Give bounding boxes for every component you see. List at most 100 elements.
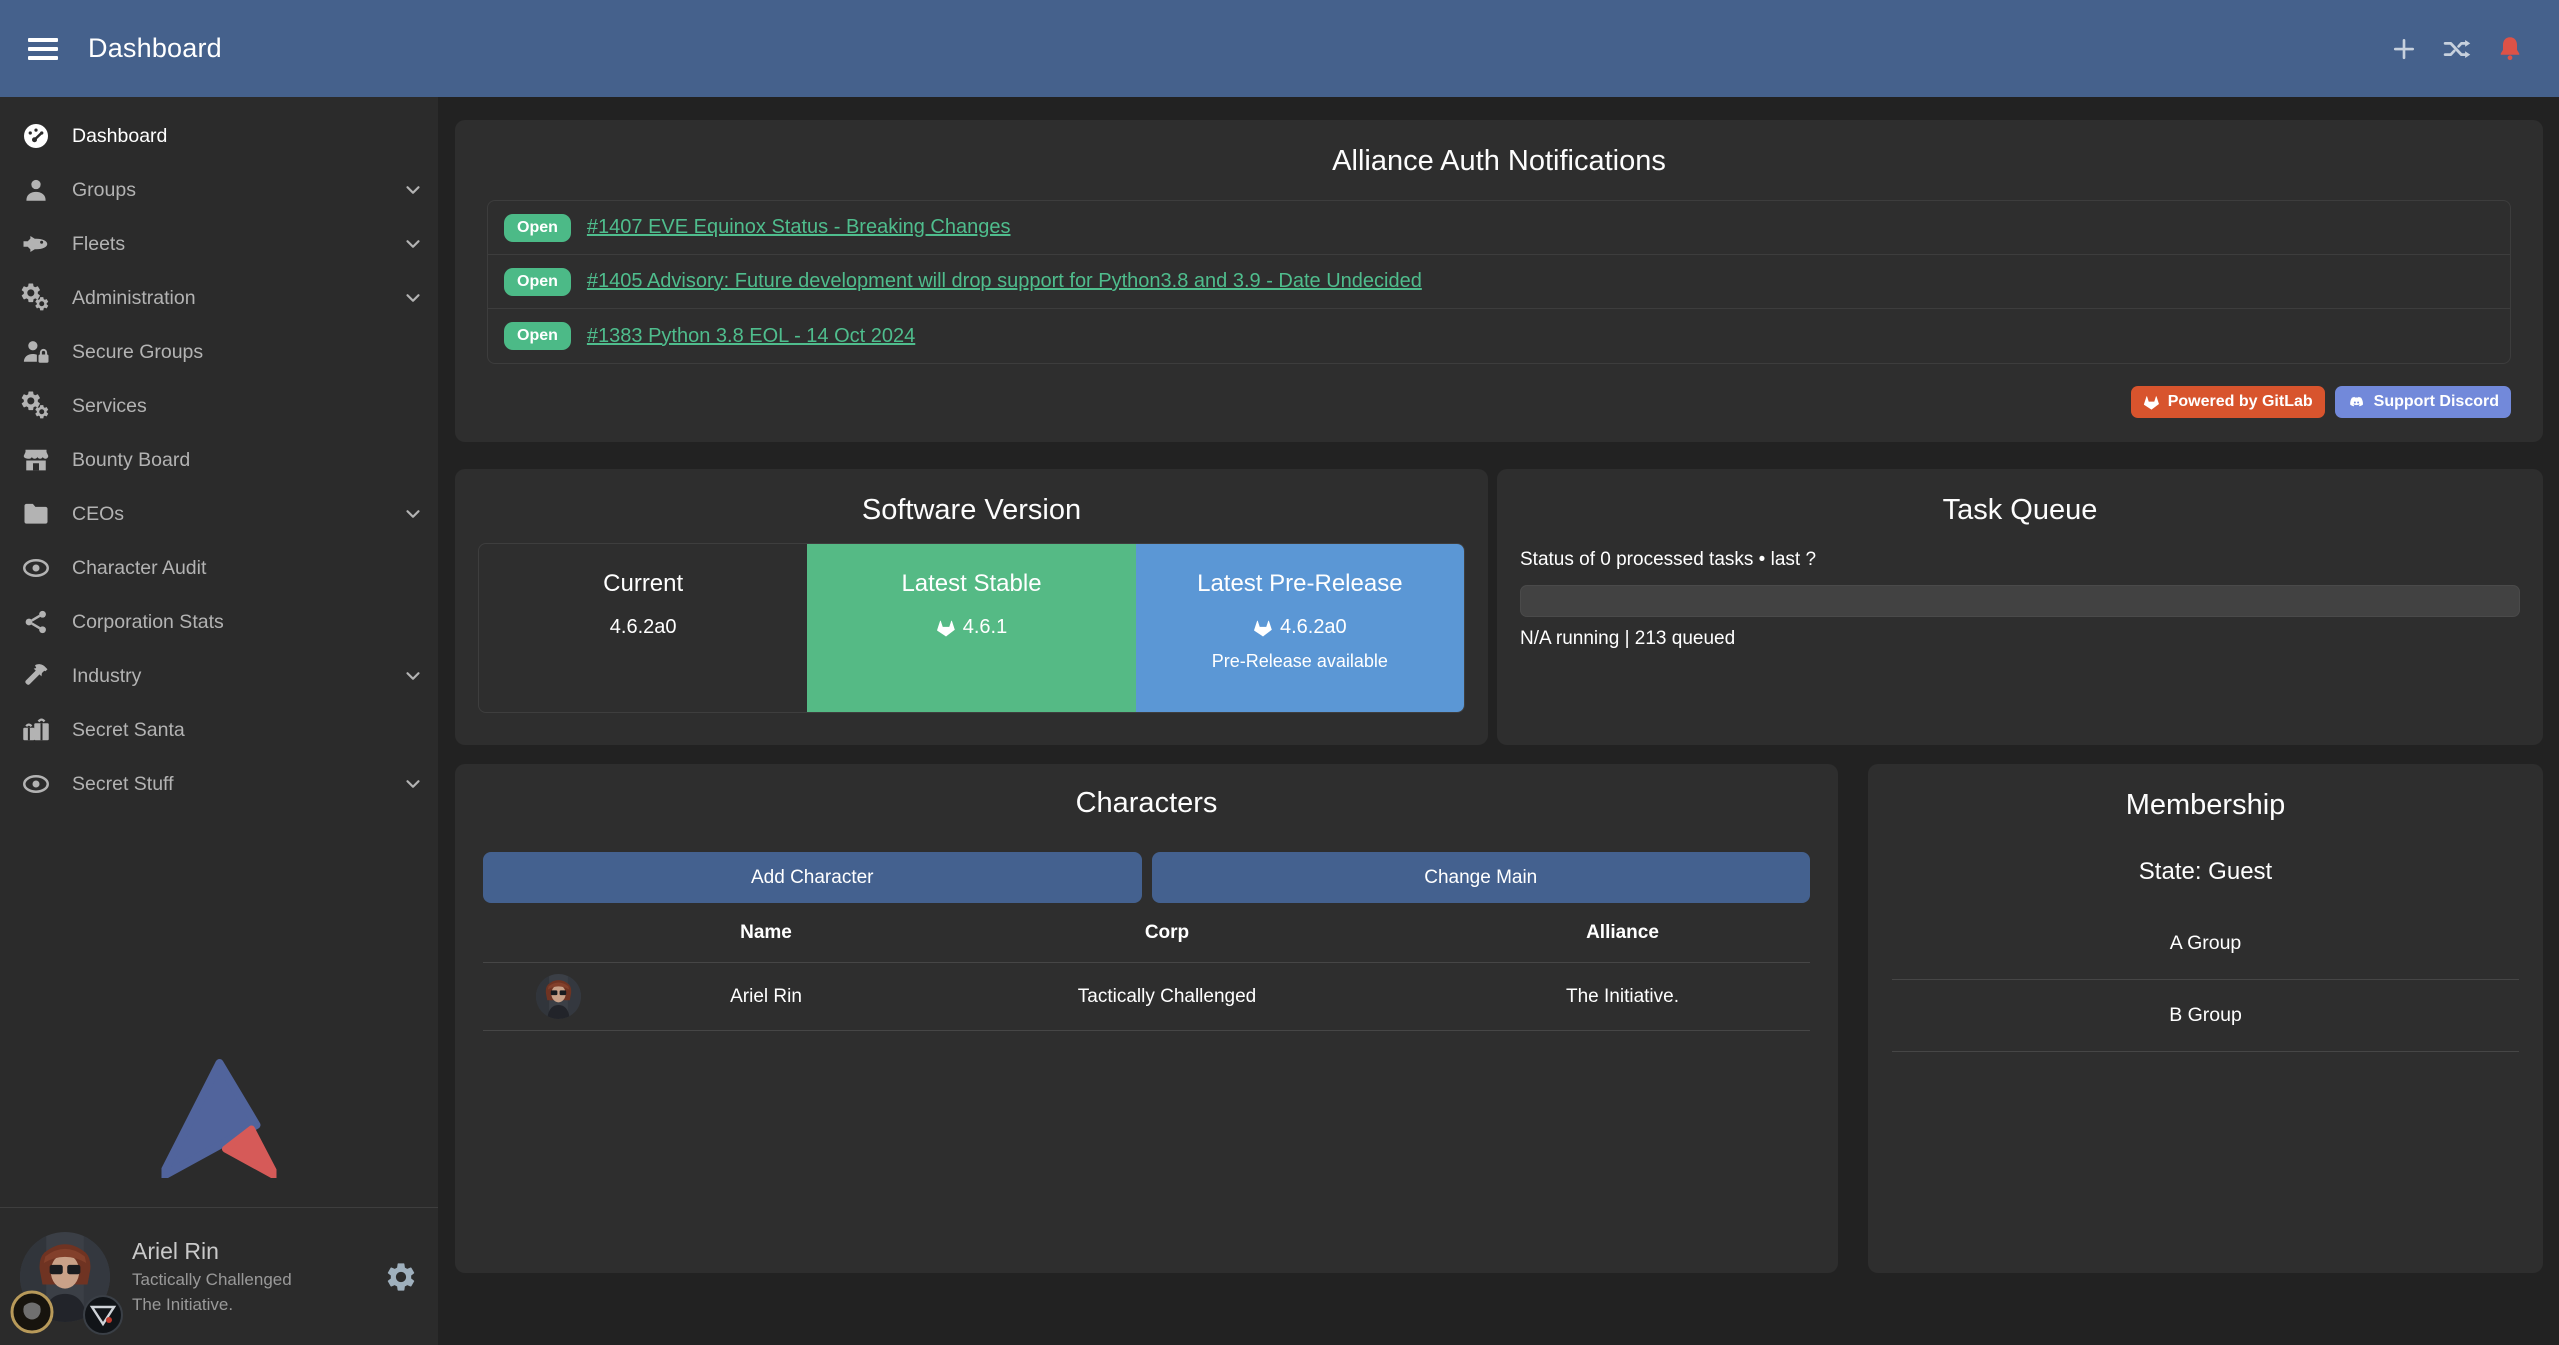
- sidebar-item-label: Secret Santa: [72, 719, 185, 742]
- sidebar-item-groups[interactable]: Groups: [0, 163, 438, 217]
- user-corp: Tactically Challenged: [132, 1270, 292, 1290]
- sidebar-item-label: CEOs: [72, 503, 124, 526]
- sidebar-item-label: Groups: [72, 179, 136, 202]
- page-title[interactable]: Dashboard: [88, 33, 222, 64]
- column-header-name: Name: [633, 922, 899, 944]
- membership-state: State: Guest: [1892, 858, 2519, 886]
- group-item: B Group: [1892, 980, 2519, 1052]
- user-panel: Ariel Rin Tactically Challenged The Init…: [0, 1207, 438, 1345]
- top-navbar: Dashboard: [0, 0, 2559, 97]
- tachometer-icon: [14, 121, 58, 151]
- version-comparison: Current 4.6.2a0 Latest Stable 4.6.1 Late…: [478, 543, 1465, 713]
- sidebar-item-label: Dashboard: [72, 125, 167, 148]
- sidebar-item-label: Corporation Stats: [72, 611, 224, 634]
- gears-icon: [14, 283, 58, 313]
- gears-icon: [14, 391, 58, 421]
- sidebar-item-administration[interactable]: Administration: [0, 271, 438, 325]
- column-header-alliance: Alliance: [1435, 922, 1810, 944]
- gear-icon[interactable]: [384, 1260, 418, 1294]
- change-main-button[interactable]: Change Main: [1152, 852, 1811, 903]
- sidebar-item-secure-groups[interactable]: Secure Groups: [0, 325, 438, 379]
- corp-logo-badge: [10, 1290, 54, 1334]
- version-value[interactable]: 4.6.2a0: [1280, 616, 1347, 639]
- chevron-down-icon: [402, 665, 424, 687]
- character-row: Ariel Rin Tactically Challenged The Init…: [483, 963, 1810, 1031]
- sidebar-item-label: Fleets: [72, 233, 125, 256]
- version-value[interactable]: 4.6.1: [963, 616, 1007, 639]
- version-latest-prerelease: Latest Pre-Release 4.6.2a0 Pre-Release a…: [1136, 544, 1464, 712]
- user-icon: [14, 176, 58, 204]
- hamburger-icon[interactable]: [28, 38, 58, 60]
- add-character-button[interactable]: Add Character: [483, 852, 1142, 903]
- sidebar-item-ceos[interactable]: CEOs: [0, 487, 438, 541]
- task-status-line: Status of 0 processed tasks • last ?: [1520, 549, 2520, 571]
- characters-panel: Characters Add Character Change Main Nam…: [455, 764, 1838, 1273]
- sidebar-menu: Dashboard Groups Fleets: [0, 97, 438, 811]
- bell-icon[interactable]: [2495, 34, 2525, 64]
- notification-item: Open #1405 Advisory: Future development …: [488, 255, 2510, 309]
- chevron-down-icon: [402, 287, 424, 309]
- characters-title: Characters: [483, 786, 1810, 820]
- support-discord-badge[interactable]: Support Discord: [2335, 386, 2511, 418]
- sidebar-item-label: Secret Stuff: [72, 773, 174, 796]
- share-nodes-icon: [14, 608, 58, 636]
- notification-item: Open #1383 Python 3.8 EOL - 14 Oct 2024: [488, 309, 2510, 363]
- version-latest-stable: Latest Stable 4.6.1: [807, 544, 1135, 712]
- sidebar-item-bounty-board[interactable]: Bounty Board: [0, 433, 438, 487]
- sidebar-item-industry[interactable]: Industry: [0, 649, 438, 703]
- software-version-panel: Software Version Current 4.6.2a0 Latest …: [455, 469, 1488, 745]
- sidebar-item-label: Industry: [72, 665, 141, 688]
- folder-icon: [14, 499, 58, 529]
- prerelease-note: Pre-Release available: [1212, 651, 1388, 672]
- sidebar-item-dashboard[interactable]: Dashboard: [0, 109, 438, 163]
- user-lock-icon: [14, 337, 58, 367]
- sidebar-item-services[interactable]: Services: [0, 379, 438, 433]
- version-label: Current: [603, 570, 683, 598]
- shuffle-icon[interactable]: [2441, 34, 2473, 64]
- space-shuttle-icon: [14, 229, 58, 259]
- sidebar-item-secret-stuff[interactable]: Secret Stuff: [0, 757, 438, 811]
- sidebar-item-label: Character Audit: [72, 557, 206, 580]
- alliance-logo-badge: [82, 1294, 124, 1336]
- task-queue-line: N/A running | 213 queued: [1520, 628, 2520, 650]
- notifications-panel: Alliance Auth Notifications Open #1407 E…: [455, 120, 2543, 442]
- hammer-icon: [14, 661, 58, 691]
- notification-item: Open #1407 EVE Equinox Status - Breaking…: [488, 201, 2510, 255]
- sidebar-item-corporation-stats[interactable]: Corporation Stats: [0, 595, 438, 649]
- task-queue-panel: Task Queue Status of 0 processed tasks •…: [1497, 469, 2543, 745]
- sidebar-item-secret-santa[interactable]: Secret Santa: [0, 703, 438, 757]
- alliance-auth-logo: [162, 1054, 277, 1183]
- chevron-down-icon: [402, 503, 424, 525]
- chevron-down-icon: [402, 233, 424, 255]
- characters-table-header: Name Corp Alliance: [483, 903, 1810, 963]
- notification-link[interactable]: #1407 EVE Equinox Status - Breaking Chan…: [587, 216, 1011, 239]
- task-queue-title: Task Queue: [1520, 493, 2520, 527]
- powered-by-gitlab-badge[interactable]: Powered by GitLab: [2131, 386, 2325, 418]
- chevron-down-icon: [402, 773, 424, 795]
- alliance-auth-app: Dashboard: [0, 0, 2559, 1345]
- sidebar-item-fleets[interactable]: Fleets: [0, 217, 438, 271]
- character-name: Ariel Rin: [633, 986, 899, 1008]
- character-corp: Tactically Challenged: [899, 986, 1435, 1008]
- notification-link[interactable]: #1405 Advisory: Future development will …: [587, 270, 1422, 293]
- version-current: Current 4.6.2a0: [479, 544, 807, 712]
- plus-icon[interactable]: [2389, 34, 2419, 64]
- store-icon: [14, 445, 58, 475]
- chevron-down-icon: [402, 179, 424, 201]
- software-version-title: Software Version: [478, 493, 1465, 527]
- gitlab-icon: [1253, 618, 1273, 638]
- user-avatar: [20, 1232, 110, 1322]
- gifts-icon: [14, 715, 58, 745]
- version-label: Latest Stable: [901, 570, 1041, 598]
- status-badge: Open: [504, 268, 571, 296]
- sidebar-item-label: Administration: [72, 287, 196, 310]
- main-content: Alliance Auth Notifications Open #1407 E…: [438, 97, 2559, 1345]
- notifications-list: Open #1407 EVE Equinox Status - Breaking…: [487, 200, 2511, 364]
- sidebar-item-character-audit[interactable]: Character Audit: [0, 541, 438, 595]
- notification-link[interactable]: #1383 Python 3.8 EOL - 14 Oct 2024: [587, 325, 915, 348]
- membership-groups: A Group B Group: [1892, 908, 2519, 1052]
- character-alliance: The Initiative.: [1435, 986, 1810, 1008]
- version-value: 4.6.2a0: [610, 616, 677, 639]
- gitlab-icon: [936, 618, 956, 638]
- status-badge: Open: [504, 214, 571, 242]
